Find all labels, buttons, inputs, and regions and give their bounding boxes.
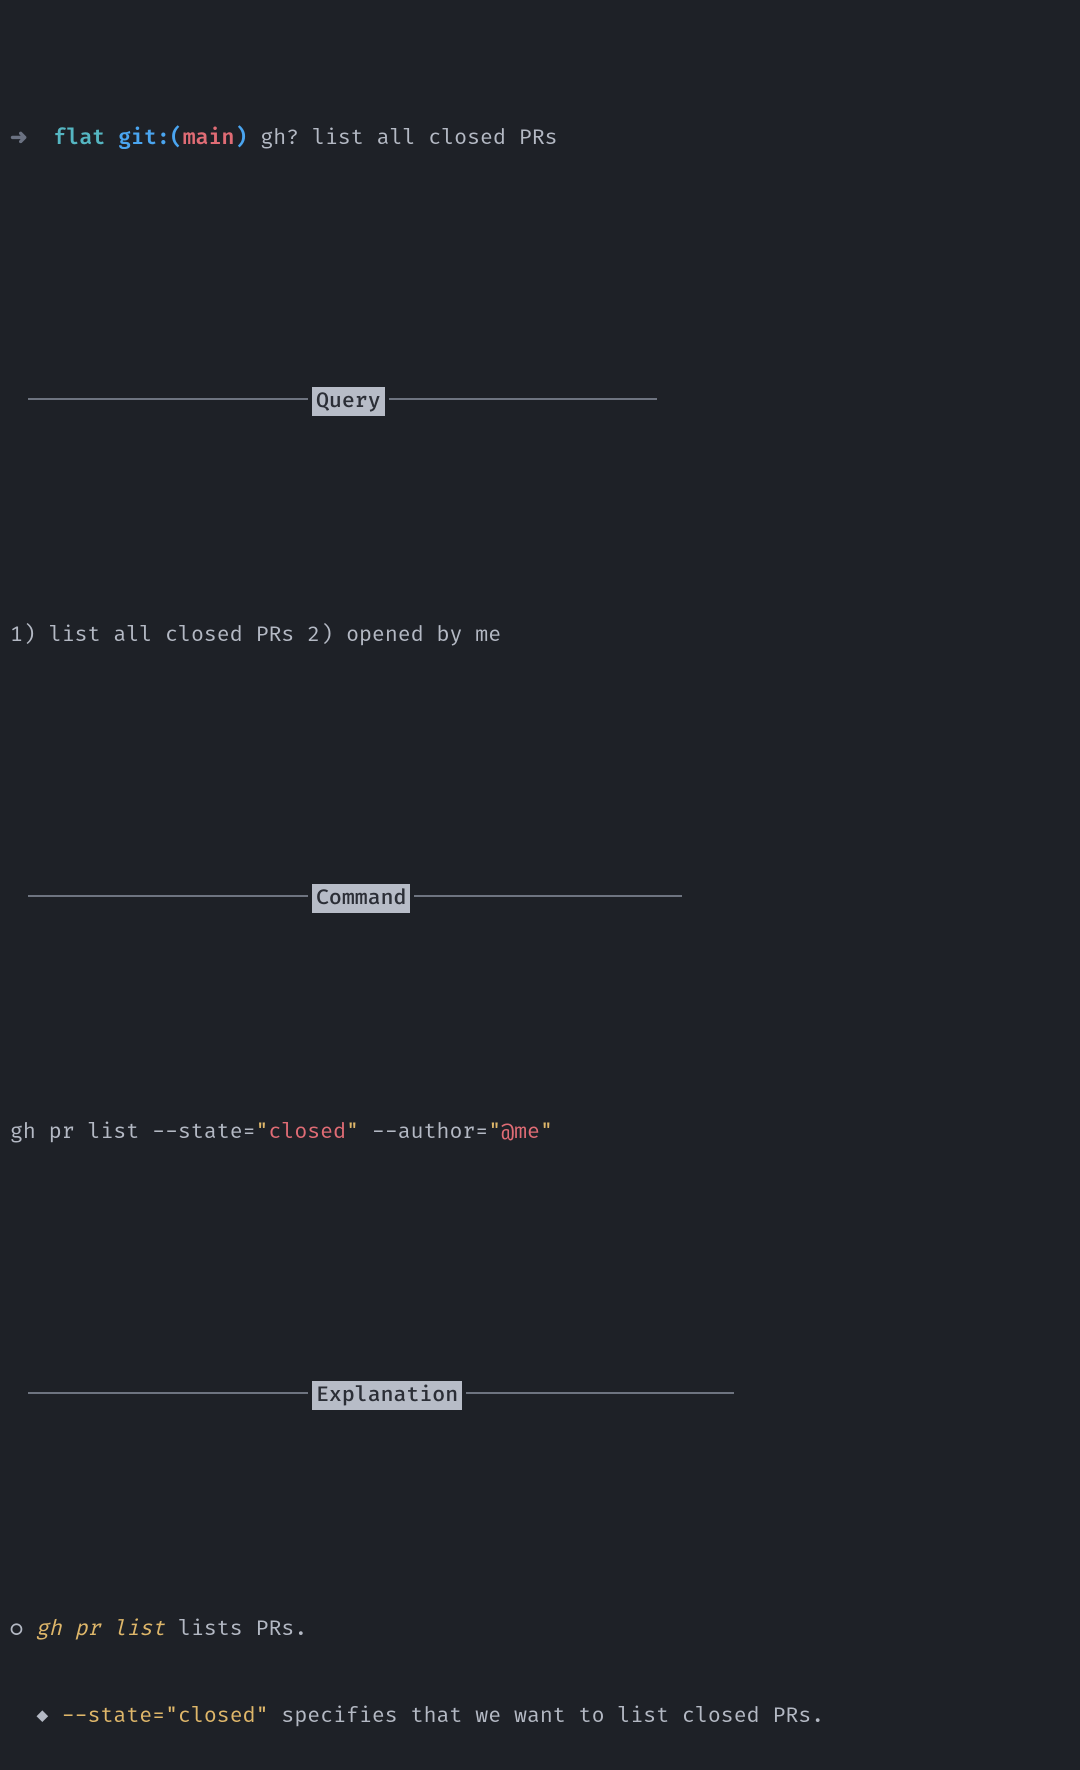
git-close: ) — [234, 126, 247, 151]
cmd-quote: " — [488, 1120, 501, 1145]
command-prefix: gh? — [260, 126, 299, 151]
terminal-screen: ➜ flat git:(main) gh? list all closed PR… — [0, 0, 1080, 1770]
git-branch: main — [183, 126, 235, 151]
git-label: git:( — [118, 126, 183, 151]
section-header-command: Command — [10, 882, 1070, 915]
explanation-line: ◆ --state="closed" specifies that we wan… — [10, 1702, 1070, 1731]
explain-cmd: gh pr list — [36, 1617, 165, 1642]
bullet-icon: ○ — [10, 1617, 36, 1642]
divider-line — [28, 895, 308, 897]
prompt-line: ➜ flat git:(main) gh? list all closed PR… — [10, 124, 1070, 153]
prompt-arrow: ➜ — [10, 126, 28, 151]
explain-flag: --state="closed" — [62, 1704, 269, 1729]
query-item-num: 1) — [10, 623, 36, 648]
cmd-base: gh pr list — [10, 1120, 152, 1145]
prompt-cwd: flat — [53, 126, 105, 151]
query-item-num: 2) — [307, 623, 333, 648]
cmd-sep — [359, 1120, 372, 1145]
proposed-command: gh pr list --state="closed" --author="@m… — [10, 1118, 1070, 1147]
cmd-flag: --state= — [152, 1120, 255, 1145]
query-display: 1) list all closed PRs 2) opened by me — [10, 621, 1070, 650]
typed-query[interactable]: list all closed PRs — [312, 126, 558, 151]
cmd-value: closed — [268, 1120, 346, 1145]
explain-text: lists PRs. — [165, 1617, 307, 1642]
divider-line — [414, 895, 682, 897]
cmd-value: @me — [501, 1120, 540, 1145]
section-label-command: Command — [312, 884, 410, 913]
divider-line — [466, 1392, 734, 1394]
section-header-query: Query — [10, 385, 1070, 418]
bullet-icon: ◆ — [10, 1704, 62, 1729]
cmd-quote: " — [346, 1120, 359, 1145]
section-label-query: Query — [312, 387, 385, 416]
cmd-quote: " — [256, 1120, 269, 1145]
explain-text: specifies that we want to list closed PR… — [269, 1704, 825, 1729]
divider-line — [389, 398, 657, 400]
cmd-quote: " — [540, 1120, 553, 1145]
explanation-line: ○ gh pr list lists PRs. — [10, 1615, 1070, 1644]
divider-line — [28, 398, 308, 400]
divider-line — [28, 1392, 308, 1394]
section-header-explanation: Explanation — [10, 1379, 1070, 1412]
cmd-flag: --author= — [372, 1120, 488, 1145]
query-item-text: opened by me — [346, 623, 501, 648]
section-label-explanation: Explanation — [312, 1381, 462, 1410]
query-item-text: list all closed PRs — [49, 623, 295, 648]
